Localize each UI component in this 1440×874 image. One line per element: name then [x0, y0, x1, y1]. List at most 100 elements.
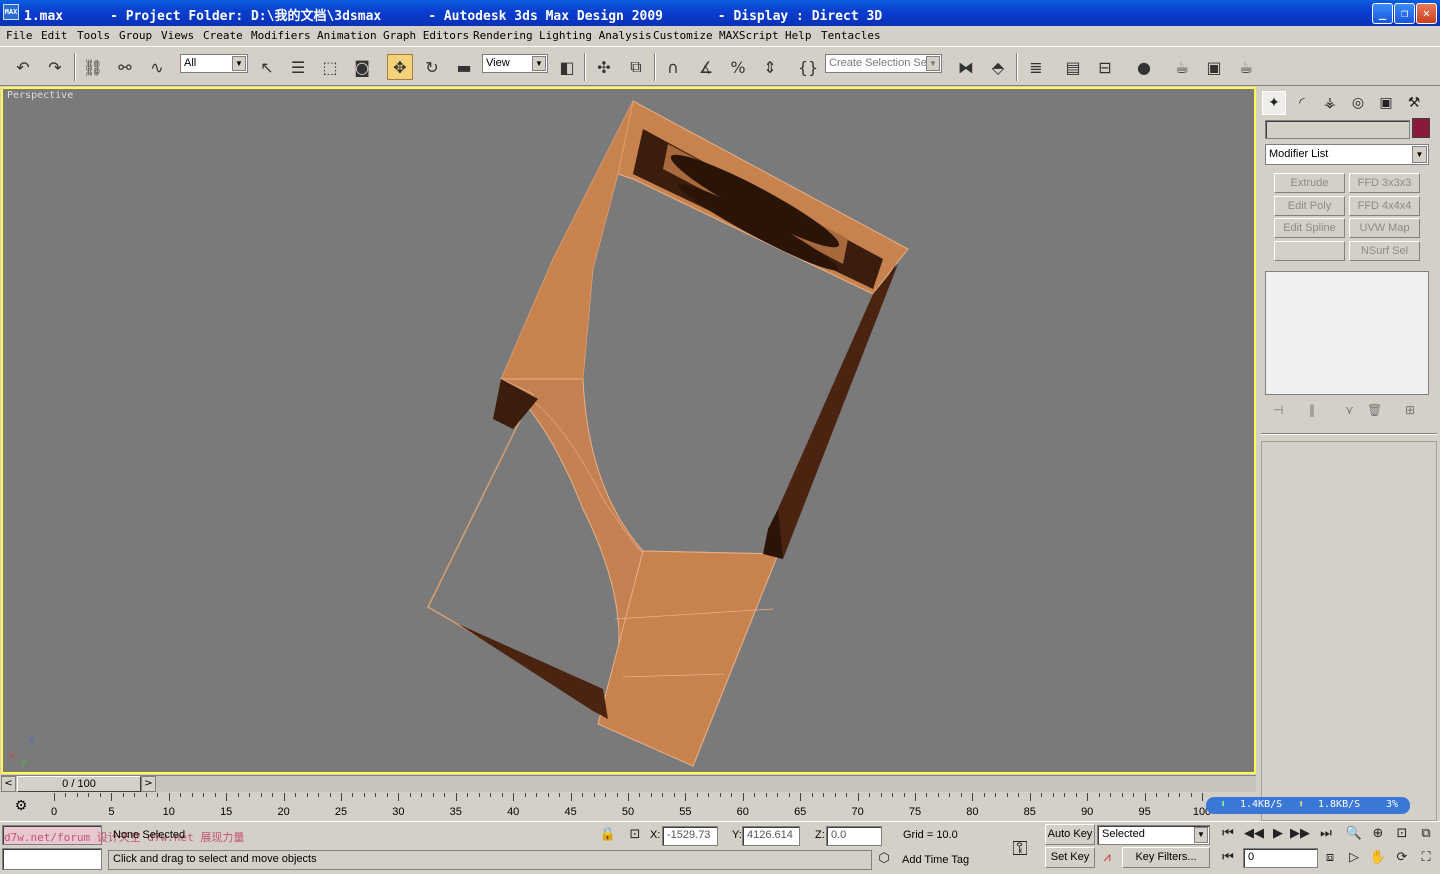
zoom-extents-all-icon[interactable]: ⧉	[1416, 826, 1436, 841]
keyboard-shortcut-override-icon[interactable]: ⧉	[623, 54, 649, 80]
object-name-field[interactable]	[1265, 120, 1410, 139]
rendered-frame-window-icon[interactable]: ▣	[1201, 54, 1227, 80]
perspective-viewport[interactable]: Perspective z x y	[1, 87, 1256, 774]
time-slider[interactable]: < 0 / 100 >	[1, 775, 1256, 792]
edit-poly-button[interactable]: Edit Poly	[1274, 196, 1345, 216]
next-frame-icon[interactable]: ▶▶	[1290, 826, 1310, 841]
named-selection-set-dropdown[interactable]: Create Selection Set ▼	[825, 54, 942, 73]
menu-help[interactable]: Help	[785, 29, 812, 42]
time-configuration-icon[interactable]: ⧈	[1320, 850, 1340, 865]
modifier-stack[interactable]	[1265, 271, 1429, 395]
menu-modifiers[interactable]: Modifiers	[251, 29, 311, 42]
set-key-button[interactable]: Set Key	[1045, 847, 1095, 868]
redo-icon[interactable]: ↷	[42, 54, 68, 80]
display-tab-icon[interactable]: ▣	[1374, 91, 1398, 115]
nsurf-sel-button[interactable]: NSurf Sel	[1349, 241, 1420, 261]
menu-create[interactable]: Create	[203, 29, 243, 42]
menu-customize[interactable]: Customize	[653, 29, 713, 42]
modifier-list-dropdown[interactable]: Modifier List ▼	[1265, 144, 1429, 165]
select-and-scale-icon[interactable]: ▬	[451, 54, 477, 80]
default-tangent-icon[interactable]: ⩘	[1097, 850, 1117, 865]
select-and-rotate-icon[interactable]: ↻	[419, 54, 445, 80]
quick-render-icon[interactable]: ☕	[1233, 54, 1259, 80]
pan-view-icon[interactable]: ✋	[1368, 850, 1388, 865]
utilities-tab-icon[interactable]: ⚒	[1402, 91, 1426, 115]
reference-coordinate-dropdown[interactable]: View ▼	[482, 54, 548, 73]
menu-maxscript[interactable]: MAXScript	[719, 29, 779, 42]
field-of-view-icon[interactable]: ▷	[1344, 850, 1364, 865]
time-slider-next-button[interactable]: >	[141, 776, 156, 792]
time-slider-thumb[interactable]: 0 / 100	[17, 776, 141, 792]
spinner-snap-icon[interactable]: ⇕	[757, 54, 783, 80]
create-tab-icon[interactable]: ✦	[1262, 91, 1286, 115]
z-coordinate-field[interactable]: 0.0	[826, 826, 882, 846]
uvw-map-button[interactable]: UVW Map	[1349, 218, 1420, 238]
menu-tools[interactable]: Tools	[77, 29, 110, 42]
go-to-end-icon[interactable]: ⏭	[1316, 826, 1336, 841]
y-coordinate-field[interactable]: 4126.614	[742, 826, 800, 846]
x-coordinate-field[interactable]: -1529.73	[662, 826, 718, 846]
snaps-toggle-icon[interactable]: ∩	[660, 54, 686, 80]
close-button[interactable]: ✕	[1416, 3, 1437, 24]
window-crossing-icon[interactable]: ◙	[349, 54, 375, 80]
align-icon[interactable]: ⬘	[985, 54, 1011, 80]
mirror-icon[interactable]: ⧓	[953, 54, 979, 80]
track-bar[interactable]: ⚙ 0 5 10 15 20 25 30 35 40 45 50 55 60 65 70 75 80 85 90 95…	[0, 793, 1211, 821]
maximize-viewport-icon[interactable]: ⛶	[1416, 850, 1436, 865]
use-pivot-point-icon[interactable]: ◧	[554, 54, 580, 80]
undo-icon[interactable]: ↶	[10, 54, 36, 80]
edit-named-selection-icon[interactable]: {}	[795, 54, 821, 80]
select-and-move-icon[interactable]: ✥	[387, 54, 413, 80]
orbit-icon[interactable]: ⟳	[1392, 850, 1412, 865]
lock-selection-icon[interactable]: 🔒	[598, 827, 618, 842]
previous-frame-icon[interactable]: ◀◀	[1244, 826, 1264, 841]
zoom-icon[interactable]: 🔍	[1344, 826, 1364, 841]
go-to-start-icon[interactable]: ⏮	[1218, 826, 1238, 841]
angle-snap-icon[interactable]: ∡	[693, 54, 719, 80]
remove-modifier-icon[interactable]: 🗑	[1367, 403, 1382, 417]
minimize-button[interactable]: _	[1372, 3, 1393, 24]
menu-edit[interactable]: Edit	[41, 29, 68, 42]
extrude-button[interactable]: Extrude	[1274, 173, 1345, 193]
menu-views[interactable]: Views	[161, 29, 194, 42]
menu-tentacles[interactable]: Tentacles	[821, 29, 881, 42]
select-and-link-icon[interactable]: ⛓	[80, 54, 106, 80]
empty-modifier-button[interactable]	[1274, 241, 1345, 261]
rectangular-selection-icon[interactable]: ⬚	[317, 54, 343, 80]
bind-to-space-warp-icon[interactable]: ∿	[144, 54, 170, 80]
track-bar-filter-icon[interactable]: ⚙	[10, 798, 32, 816]
selection-filter-dropdown[interactable]: All ▼	[180, 54, 248, 73]
pin-stack-icon[interactable]: ⊣	[1273, 403, 1283, 417]
show-end-result-icon[interactable]: ‖	[1309, 403, 1315, 417]
make-unique-icon[interactable]: ⋎	[1345, 403, 1354, 417]
current-frame-field[interactable]: 0	[1243, 848, 1318, 868]
time-tag-icon[interactable]: ⬡	[874, 851, 894, 866]
app-icon[interactable]: MAX	[3, 4, 19, 20]
menu-file[interactable]: File	[6, 29, 33, 42]
ffd-3x3x3-button[interactable]: FFD 3x3x3	[1349, 173, 1420, 193]
layer-manager-icon[interactable]: ≣	[1023, 54, 1049, 80]
key-mode-toggle-icon[interactable]: ⏮	[1218, 850, 1238, 865]
motion-tab-icon[interactable]: ◎	[1346, 91, 1370, 115]
menu-graph-editors[interactable]: Graph Editors	[383, 29, 469, 42]
object-color-swatch[interactable]	[1412, 118, 1430, 138]
frame-ruler[interactable]: 0 5 10 15 20 25 30 35 40 45 50 55 60 65 70 75 80 85 90 95 10…	[51, 793, 1211, 821]
select-and-manipulate-icon[interactable]: ✣	[591, 54, 617, 80]
key-mode-dropdown[interactable]: Selected ▼	[1097, 825, 1210, 845]
render-setup-icon[interactable]: ☕	[1169, 54, 1195, 80]
hierarchy-tab-icon[interactable]: ⚶	[1318, 91, 1342, 115]
modify-tab-icon[interactable]: ◜	[1290, 91, 1314, 115]
menu-animation[interactable]: Animation	[317, 29, 377, 42]
maxscript-input[interactable]	[2, 848, 102, 870]
unlink-selection-icon[interactable]: ⚯	[112, 54, 138, 80]
zoom-extents-icon[interactable]: ⊡	[1392, 826, 1412, 841]
menu-rendering[interactable]: Rendering	[473, 29, 533, 42]
absolute-mode-icon[interactable]: ⊡	[625, 827, 645, 842]
time-slider-prev-button[interactable]: <	[1, 776, 16, 792]
configure-modifier-sets-icon[interactable]: ⊞	[1405, 403, 1415, 417]
ffd-4x4x4-button[interactable]: FFD 4x4x4	[1349, 196, 1420, 216]
restore-button[interactable]: ❐	[1394, 3, 1415, 24]
edit-spline-button[interactable]: Edit Spline	[1274, 218, 1345, 238]
mesh-object[interactable]	[3, 89, 1254, 772]
menu-lighting-analysis[interactable]: Lighting Analysis	[539, 29, 652, 42]
